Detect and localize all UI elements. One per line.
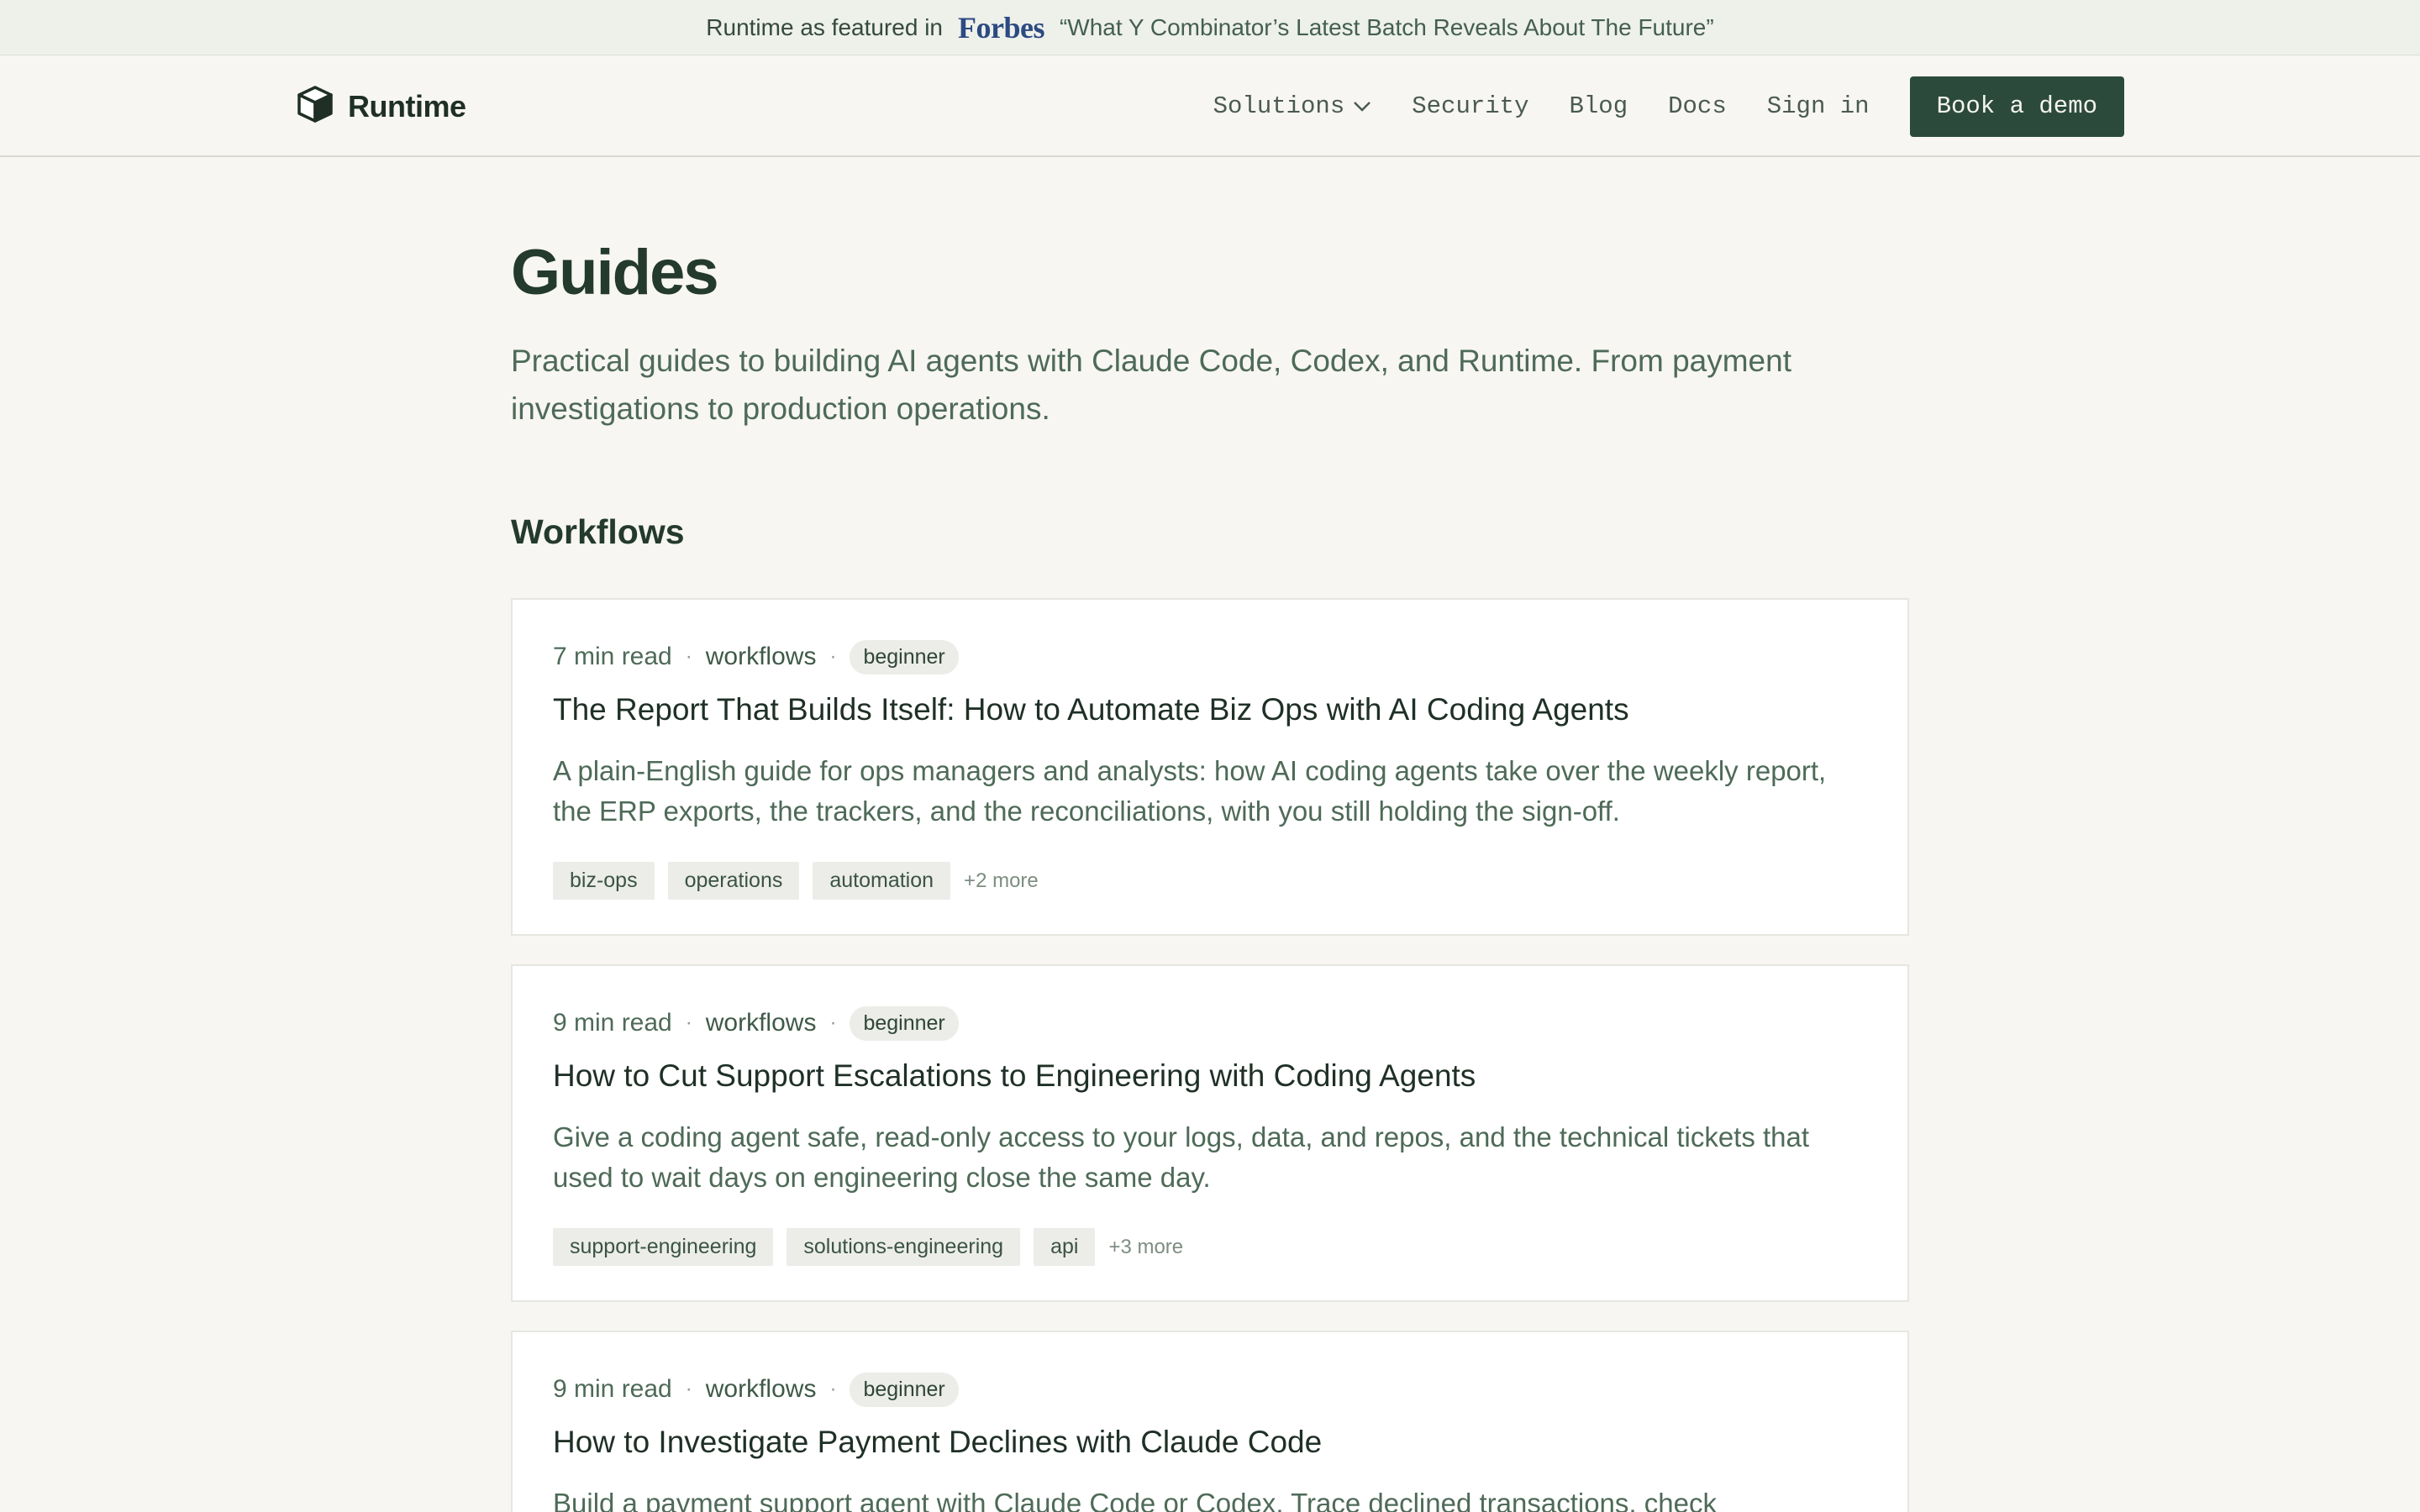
tag[interactable]: solutions-engineering	[786, 1228, 1021, 1266]
brand-name: Runtime	[348, 88, 466, 123]
tag[interactable]: automation	[813, 862, 951, 900]
nav-security[interactable]: Security	[1412, 92, 1528, 120]
chevron-down-icon	[1353, 92, 1371, 120]
forbes-logo: Forbes	[958, 10, 1044, 45]
guide-category: workflows	[705, 1009, 817, 1037]
guide-card[interactable]: 9 min read · workflows · beginner How to…	[511, 964, 1909, 1302]
tag[interactable]: api	[1034, 1228, 1096, 1266]
banner-featured-text: Runtime as featured in	[706, 13, 943, 40]
guide-description: A plain-English guide for ops managers a…	[553, 755, 1827, 827]
meta-separator: ·	[829, 1378, 837, 1400]
nav-docs[interactable]: Docs	[1668, 92, 1727, 120]
read-time: 7 min read	[553, 643, 672, 670]
nav-solutions-label: Solutions	[1213, 92, 1345, 120]
guide-tags: biz-ops operations automation +2 more	[553, 862, 1039, 900]
guide-description: Build a payment support agent with Claud…	[553, 1488, 1717, 1512]
read-time: 9 min read	[553, 1375, 672, 1403]
guide-title[interactable]: How to Cut Support Escalations to Engine…	[553, 1058, 1476, 1094]
nav-blog[interactable]: Blog	[1569, 92, 1628, 120]
guide-card[interactable]: 9 min read · workflows · beginner How to…	[511, 1331, 1909, 1512]
more-tags[interactable]: +2 more	[964, 869, 1039, 893]
level-badge: beginner	[850, 1372, 959, 1407]
meta-separator: ·	[829, 1011, 837, 1034]
nav-links: Solutions Security Blog Docs Sign in Boo…	[1213, 55, 2124, 157]
page-subtitle: Practical guides to building AI agents w…	[511, 344, 1791, 426]
more-tags[interactable]: +3 more	[1108, 1236, 1183, 1259]
guide-meta: 7 min read · workflows · beginner	[553, 639, 959, 675]
banner-quote[interactable]: “What Y Combinator’s Latest Batch Reveal…	[1060, 14, 1714, 41]
book-demo-button[interactable]: Book a demo	[1909, 76, 2124, 137]
level-badge: beginner	[850, 639, 959, 675]
section-title-workflows: Workflows	[511, 512, 685, 551]
brand-logo[interactable]: Runtime	[296, 55, 466, 157]
guide-category: workflows	[705, 1375, 817, 1403]
guide-meta: 9 min read · workflows · beginner	[553, 1005, 959, 1041]
meta-separator: ·	[685, 1378, 692, 1400]
read-time: 9 min read	[553, 1009, 672, 1037]
guide-title[interactable]: The Report That Builds Itself: How to Au…	[553, 692, 1629, 727]
guide-card[interactable]: 7 min read · workflows · beginner The Re…	[511, 598, 1909, 936]
guide-description: Give a coding agent safe, read-only acce…	[553, 1121, 1810, 1193]
nav-sign-in[interactable]: Sign in	[1767, 92, 1870, 120]
tag[interactable]: operations	[667, 862, 800, 900]
cube-icon	[296, 85, 334, 128]
guide-category: workflows	[705, 643, 817, 670]
meta-separator: ·	[685, 1011, 692, 1034]
meta-separator: ·	[685, 645, 692, 668]
level-badge: beginner	[850, 1005, 959, 1041]
tag[interactable]: biz-ops	[553, 862, 655, 900]
meta-separator: ·	[829, 645, 837, 668]
nav-solutions-dropdown[interactable]: Solutions	[1213, 92, 1372, 120]
guide-title[interactable]: How to Investigate Payment Declines with…	[553, 1425, 1322, 1460]
guide-tags: support-engineering solutions-engineerin…	[553, 1228, 1183, 1266]
top-nav: Runtime Solutions Security Blog Docs Sig…	[0, 55, 2420, 157]
tag[interactable]: support-engineering	[553, 1228, 774, 1266]
guide-meta: 9 min read · workflows · beginner	[553, 1372, 959, 1407]
page-title: Guides	[511, 237, 719, 308]
featured-banner[interactable]: Runtime as featured in Forbes “What Y Co…	[0, 0, 2420, 55]
